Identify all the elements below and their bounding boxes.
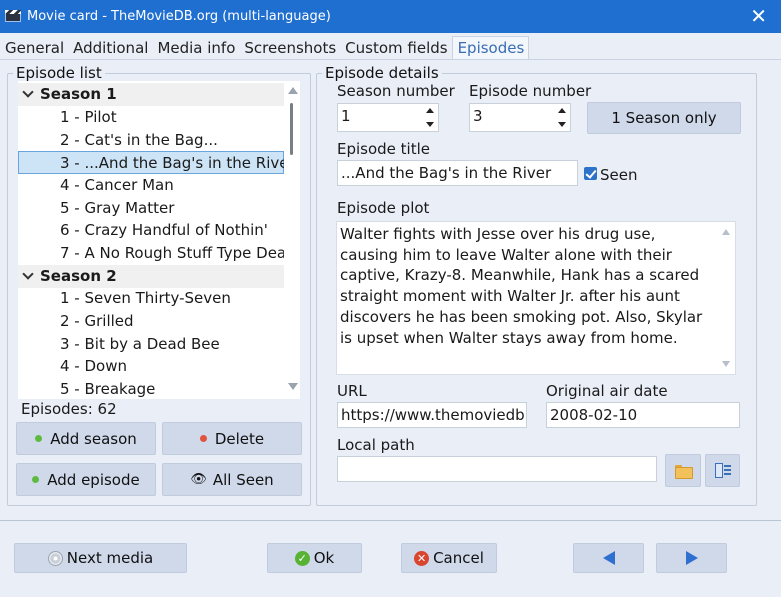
x-circle-icon: ✕ — [414, 550, 430, 566]
tab-bar: General Additional Media info Screenshot… — [0, 34, 781, 60]
clapperboard-icon — [5, 10, 21, 23]
tab-media-info[interactable]: Media info — [152, 37, 239, 60]
local-path-field[interactable] — [337, 456, 657, 482]
folder-icon — [675, 464, 693, 479]
window-title: Movie card - TheMovieDB.org (multi-langu… — [27, 9, 331, 24]
local-path-label: Local path — [337, 436, 415, 454]
title-bar: Movie card - TheMovieDB.org (multi-langu… — [0, 0, 781, 33]
tab-screenshots[interactable]: Screenshots — [239, 37, 340, 60]
seen-label: Seen — [600, 166, 638, 184]
cancel-button[interactable]: ✕ Cancel — [401, 543, 497, 573]
next-button[interactable] — [656, 543, 727, 573]
scroll-down-icon[interactable] — [722, 361, 730, 367]
episode-details-legend: Episode details — [325, 64, 439, 82]
tree-episode[interactable]: 5 - Gray Matter — [18, 197, 284, 220]
tree-episode[interactable]: 5 - Breakage — [18, 378, 284, 399]
episode-title-label: Episode title — [337, 140, 431, 158]
tree-season-2[interactable]: Season 2 — [18, 265, 284, 288]
scroll-up-icon[interactable] — [288, 87, 298, 94]
add-season-button[interactable]: Add season — [16, 422, 156, 455]
tree-scrollbar[interactable] — [284, 81, 300, 399]
tree-episode[interactable]: 1 - Pilot — [18, 106, 284, 129]
air-date-label: Original air date — [546, 382, 668, 400]
scroll-up-icon[interactable] — [722, 229, 730, 235]
episode-plot-label: Episode plot — [337, 199, 430, 217]
season-number-label: Season number — [337, 82, 455, 100]
episode-tree[interactable]: Season 1 1 - Pilot 2 - Cat's in the Bag.… — [18, 81, 300, 399]
arrow-left-icon — [602, 551, 615, 565]
tab-episodes[interactable]: Episodes — [451, 36, 530, 60]
tree-episode[interactable]: 4 - Down — [18, 355, 284, 378]
decrement-icon[interactable] — [426, 122, 434, 127]
green-dot-icon — [32, 476, 40, 483]
episode-number-label: Episode number — [469, 82, 592, 100]
seen-checkbox[interactable] — [584, 167, 597, 180]
browse-folder-button[interactable] — [665, 454, 701, 487]
url-label: URL — [337, 382, 367, 400]
disc-icon — [47, 550, 63, 566]
tab-custom-fields[interactable]: Custom fields — [340, 37, 451, 60]
delete-button[interactable]: Delete — [162, 422, 302, 455]
episode-list-legend: Episode list — [16, 64, 102, 82]
tree-episode[interactable]: 4 - Cancer Man — [18, 174, 284, 197]
episode-title-field[interactable]: ...And the Bag's in the River — [337, 160, 578, 186]
one-season-only-button[interactable]: 1 Season only — [587, 102, 741, 134]
close-icon[interactable]: ✕ — [750, 5, 767, 27]
scroll-thumb[interactable] — [290, 103, 293, 155]
red-dot-icon — [199, 435, 207, 442]
chevron-down-icon[interactable] — [24, 272, 32, 280]
scroll-down-icon[interactable] — [288, 383, 298, 390]
tree-season-1[interactable]: Season 1 — [18, 83, 284, 106]
previous-button[interactable] — [573, 543, 644, 573]
add-episode-button[interactable]: Add episode — [16, 463, 156, 496]
episode-number-stepper[interactable]: 3 — [469, 103, 571, 132]
tab-general[interactable]: General — [0, 37, 68, 60]
file-list-icon — [714, 463, 731, 478]
increment-icon[interactable] — [558, 108, 566, 113]
season-number-stepper[interactable]: 1 — [337, 103, 439, 132]
tab-additional[interactable]: Additional — [68, 37, 152, 60]
tree-episode[interactable]: 7 - A No Rough Stuff Type Deal — [18, 242, 290, 265]
next-media-button[interactable]: Next media — [14, 543, 187, 573]
increment-icon[interactable] — [426, 108, 434, 113]
tree-episode[interactable]: 2 - Cat's in the Bag... — [18, 129, 284, 152]
tree-episode-selected[interactable]: 3 - ...And the Bag's in the River — [18, 151, 295, 174]
url-field[interactable]: https://www.themoviedb.org/tv/1396-break… — [337, 402, 527, 428]
ok-button[interactable]: ✓ Ok — [267, 543, 362, 573]
air-date-field[interactable]: 2008-02-10 — [546, 402, 740, 428]
file-list-button[interactable] — [705, 454, 740, 487]
green-dot-icon — [35, 435, 43, 442]
episode-plot-textarea[interactable]: Walter fights with Jesse over his drug u… — [336, 221, 736, 375]
tree-episode[interactable]: 2 - Grilled — [18, 310, 284, 333]
chevron-down-icon[interactable] — [24, 90, 32, 98]
tree-episode[interactable]: 3 - Bit by a Dead Bee — [18, 333, 284, 356]
episode-count: Episodes: 62 — [21, 400, 117, 418]
all-seen-button[interactable]: 👁 All Seen — [162, 463, 302, 496]
tree-episode[interactable]: 6 - Crazy Handful of Nothin' — [18, 219, 284, 242]
tree-episode[interactable]: 1 - Seven Thirty-Seven — [18, 287, 284, 310]
eye-icon: 👁 — [190, 472, 207, 487]
check-circle-icon: ✓ — [294, 550, 310, 566]
arrow-right-icon — [685, 551, 698, 565]
decrement-icon[interactable] — [558, 122, 566, 127]
